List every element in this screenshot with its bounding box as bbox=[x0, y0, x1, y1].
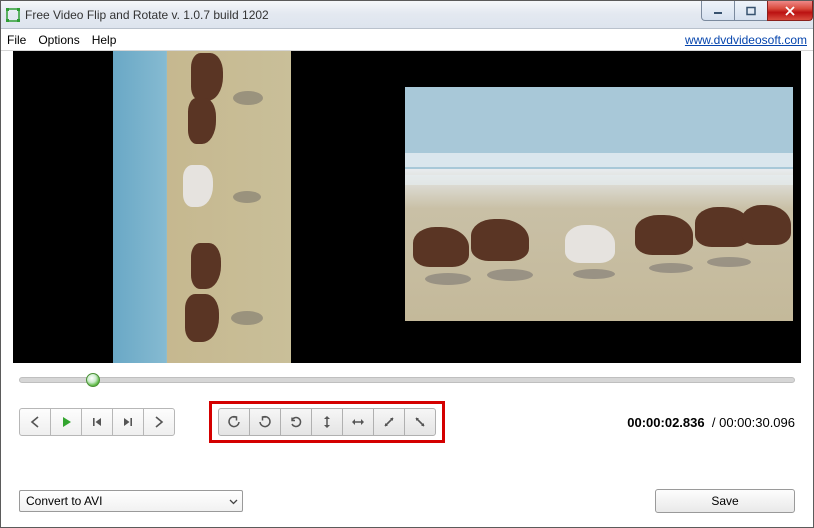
app-icon bbox=[5, 7, 21, 23]
transform-toolbar bbox=[209, 401, 445, 443]
bottom-row: Convert to AVI Save bbox=[1, 489, 813, 513]
video-preview-area bbox=[13, 51, 801, 363]
preview-left bbox=[113, 51, 291, 363]
seek-back-button[interactable] bbox=[19, 408, 51, 436]
menu-bar: File Options Help www.dvdvideosoft.com bbox=[1, 29, 813, 51]
rotate-180-button[interactable] bbox=[280, 408, 312, 436]
seek-slider-thumb[interactable] bbox=[86, 373, 100, 387]
rotate-ccw-90-button[interactable] bbox=[218, 408, 250, 436]
save-button[interactable]: Save bbox=[655, 489, 795, 513]
seek-forward-button[interactable] bbox=[143, 408, 175, 436]
flip-horizontal-button[interactable] bbox=[342, 408, 374, 436]
save-button-label: Save bbox=[711, 494, 738, 508]
maximize-button[interactable] bbox=[734, 1, 768, 21]
total-duration: 00:00:30.096 bbox=[719, 415, 795, 430]
close-button[interactable] bbox=[767, 1, 813, 21]
menu-options[interactable]: Options bbox=[38, 33, 79, 47]
output-format-combo[interactable]: Convert to AVI bbox=[19, 490, 243, 512]
window-title: Free Video Flip and Rotate v. 1.0.7 buil… bbox=[25, 8, 269, 22]
play-button[interactable] bbox=[50, 408, 82, 436]
time-display: 00:00:02.836 / 00:00:30.096 bbox=[627, 415, 795, 430]
current-time: 00:00:02.836 bbox=[627, 415, 704, 430]
title-bar: Free Video Flip and Rotate v. 1.0.7 buil… bbox=[1, 1, 813, 29]
preview-right bbox=[405, 87, 793, 321]
controls-row: 00:00:02.836 / 00:00:30.096 bbox=[1, 383, 813, 443]
step-forward-button[interactable] bbox=[112, 408, 144, 436]
rotate-cw-90-button[interactable] bbox=[249, 408, 281, 436]
output-format-value: Convert to AVI bbox=[26, 494, 102, 508]
seek-slider-row bbox=[1, 363, 813, 383]
seek-slider[interactable] bbox=[19, 377, 795, 383]
menu-help[interactable]: Help bbox=[92, 33, 117, 47]
flip-vertical-button[interactable] bbox=[311, 408, 343, 436]
minimize-button[interactable] bbox=[701, 1, 735, 21]
chevron-down-icon bbox=[229, 497, 238, 506]
playback-controls bbox=[19, 408, 175, 436]
flip-diagonal-2-button[interactable] bbox=[404, 408, 436, 436]
time-separator: / bbox=[712, 415, 716, 430]
site-link[interactable]: www.dvdvideosoft.com bbox=[685, 33, 807, 47]
menu-file[interactable]: File bbox=[7, 33, 26, 47]
flip-diagonal-1-button[interactable] bbox=[373, 408, 405, 436]
step-back-button[interactable] bbox=[81, 408, 113, 436]
